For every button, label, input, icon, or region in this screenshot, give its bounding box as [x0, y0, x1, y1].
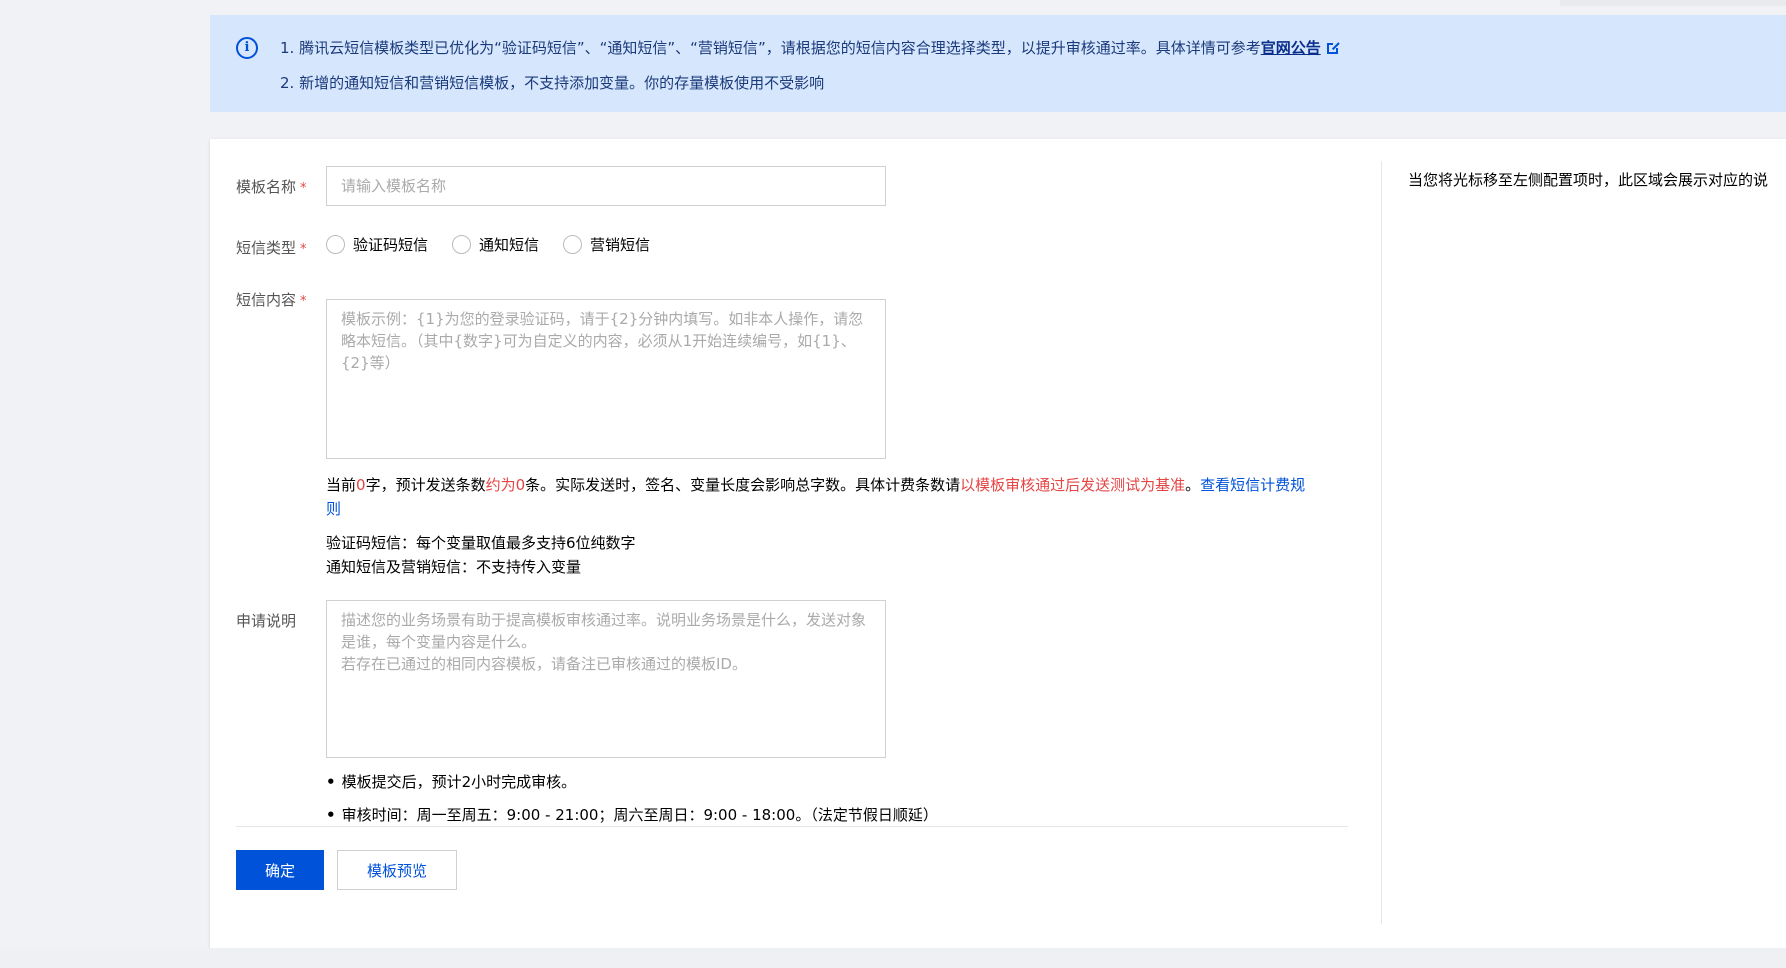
info-circle-icon: i	[236, 37, 258, 59]
notice-line-1-text: 1. 腾讯云短信模板类型已优化为“验证码短信”、“通知短信”、“营销短信”，请根…	[280, 39, 1261, 57]
official-announcement-link[interactable]: 官网公告	[1261, 39, 1321, 57]
billing-note: 以模板审核通过后发送测试为基准	[960, 476, 1186, 494]
bottom-strip	[0, 948, 1786, 968]
apply-description-textarea[interactable]	[326, 600, 886, 758]
sms-type-label: 短信类型 *	[236, 239, 307, 257]
notice-line-1: 1. 腾讯云短信模板类型已优化为“验证码短信”、“通知短信”、“营销短信”，请根…	[280, 37, 1340, 58]
radio-circle-icon[interactable]	[563, 235, 583, 254]
side-hint-text: 当您将光标移至左侧配置项时，此区域会展示对应的说	[1408, 171, 1769, 189]
radio-circle-icon[interactable]	[452, 235, 472, 254]
form-divider	[236, 826, 1348, 827]
required-mark: *	[300, 294, 307, 309]
review-note-2: 审核时间：周一至周五：9:00 - 21:00；周六至周日：9:00 - 18:…	[326, 803, 938, 836]
sms-content-textarea[interactable]	[326, 299, 886, 459]
variable-limits: 验证码短信：每个变量取值最多支持6位纯数字 通知短信及营销短信：不支持传入变量	[326, 531, 636, 579]
top-bar-edge	[1560, 0, 1786, 6]
confirm-button[interactable]: 确定	[236, 850, 324, 890]
estimated-count: 约为0	[485, 476, 526, 494]
sms-content-label: 短信内容 *	[236, 291, 307, 309]
review-note-1: 模板提交后，预计2小时完成审核。	[326, 770, 938, 803]
char-count: 0	[356, 476, 366, 494]
radio-marketing[interactable]: 营销短信	[563, 234, 650, 255]
external-link-icon[interactable]	[1326, 41, 1340, 54]
sms-type-radio-group: 验证码短信 通知短信 营销短信	[326, 234, 674, 255]
panel-divider	[1381, 161, 1382, 924]
required-mark: *	[300, 242, 307, 257]
apply-description-label: 申请说明	[236, 612, 297, 630]
notice-line-2: 2. 新增的通知短信和营销短信模板，不支持添加变量。你的存量模板使用不受影响	[280, 74, 825, 92]
radio-verification-code[interactable]: 验证码短信	[326, 234, 428, 255]
template-name-input[interactable]	[326, 166, 886, 206]
template-form-card: 模板名称* 短信类型* 验证码短信 通知短信 营销短信 短信内容* 当前0字，预…	[210, 139, 1786, 948]
word-count-info: 当前0字，预计发送条数约为0条。实际发送时，签名、变量长度会影响总字数。具体计费…	[326, 476, 1306, 518]
notice-banner: i 1. 腾讯云短信模板类型已优化为“验证码短信”、“通知短信”、“营销短信”，…	[210, 15, 1786, 112]
limit-line-1: 验证码短信：每个变量取值最多支持6位纯数字	[326, 534, 636, 552]
limit-line-2: 通知短信及营销短信：不支持传入变量	[326, 558, 582, 576]
template-name-label: 模板名称 *	[236, 178, 307, 196]
radio-circle-icon[interactable]	[326, 235, 345, 254]
template-preview-button[interactable]: 模板预览	[337, 850, 457, 890]
radio-notification[interactable]: 通知短信	[452, 234, 539, 255]
required-mark: *	[300, 181, 307, 196]
